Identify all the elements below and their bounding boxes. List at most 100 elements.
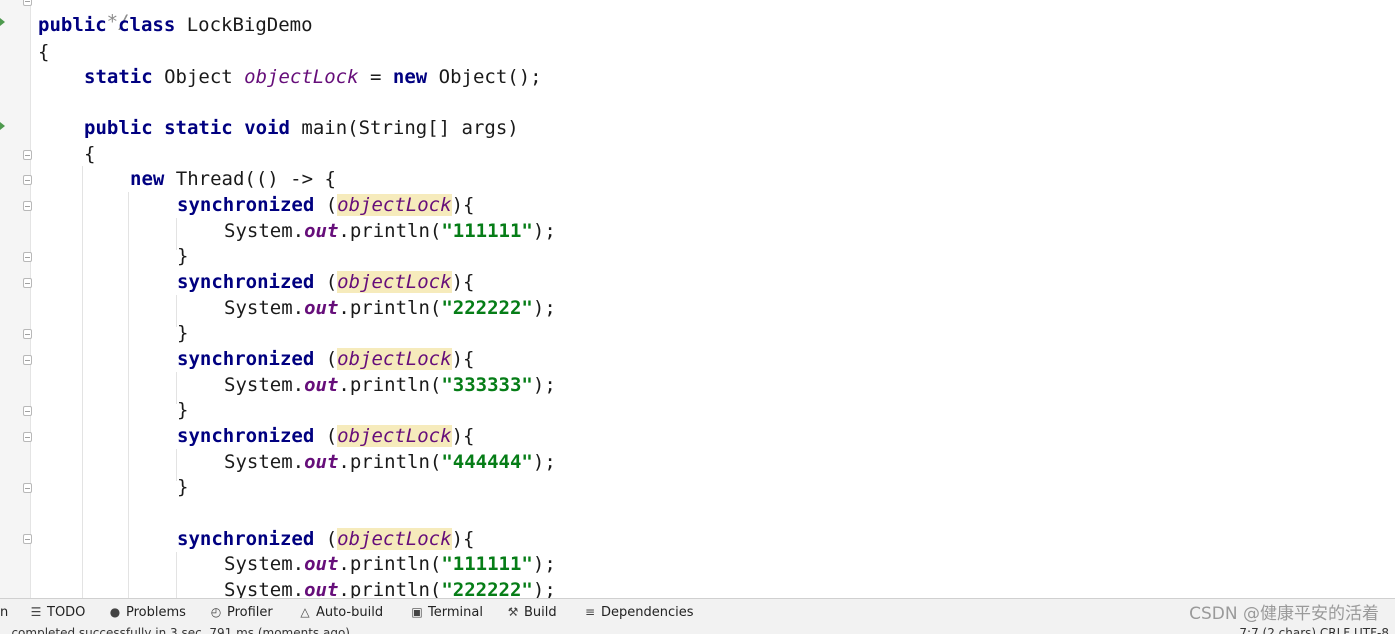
method-call: .println( (338, 374, 442, 396)
layers-icon: ≡ (584, 605, 596, 619)
fold-icon[interactable] (23, 432, 32, 442)
list-icon: ☰ (30, 605, 42, 619)
keyword: class (118, 14, 176, 36)
fold-end-icon[interactable] (23, 483, 32, 493)
profiler-icon: ◴ (210, 605, 222, 619)
keyword: new (392, 66, 428, 88)
run-main-icon[interactable] (0, 122, 5, 130)
fold-end-icon[interactable] (23, 252, 32, 262)
problems-icon: ● (109, 605, 121, 619)
code-line-synchronized: synchronized (objectLock){ (177, 347, 474, 371)
tool-window-label: Problems (126, 605, 186, 620)
code-line-brace: { (38, 40, 49, 64)
paren-semicolon: ); (532, 297, 556, 319)
tool-window-label: Build (524, 605, 557, 620)
keyword: synchronized (177, 271, 315, 293)
tool-window-terminal[interactable]: ▣ Terminal (410, 599, 483, 626)
field-name: objectLock (244, 66, 359, 88)
paren-semicolon: ); (532, 220, 556, 242)
fold-icon[interactable] (23, 534, 32, 544)
string-literal: "111111" (441, 553, 533, 575)
indent-guide (82, 166, 83, 598)
field-name-highlighted: objectLock (337, 348, 452, 370)
fold-icon[interactable] (23, 175, 32, 185)
constructor-call: Object(); (427, 66, 542, 88)
tool-window-profiler[interactable]: ◴ Profiler (209, 599, 273, 626)
fold-end-icon[interactable] (23, 0, 32, 6)
fold-end-icon[interactable] (23, 406, 32, 416)
keyword: static (84, 66, 153, 88)
tool-window-label: TODO (47, 605, 86, 620)
class-ref: System. (224, 553, 305, 575)
static-field: out (304, 220, 339, 242)
tool-window-dependencies[interactable]: ≡ Dependencies (583, 599, 694, 626)
status-position[interactable]: 7:7 (2 chars) CRLF UTF-8 (1239, 626, 1389, 634)
code-line-brace: { (84, 142, 95, 166)
brace: { (38, 41, 50, 63)
paren: ( (314, 425, 338, 447)
run-class-icon[interactable] (0, 18, 5, 26)
code-line-brace: } (177, 321, 188, 345)
paren: ( (314, 194, 338, 216)
code-line-comment-end: */ (38, 0, 130, 33)
editor-gutter[interactable] (0, 0, 32, 598)
tool-window-auto-build[interactable]: △ Auto-build (298, 599, 383, 626)
method-call: .println( (338, 220, 442, 242)
operator: = (358, 66, 393, 88)
paren: ( (314, 528, 338, 550)
indent-guide (128, 192, 129, 598)
fold-end-icon[interactable] (23, 329, 32, 339)
keyword: new (130, 168, 165, 190)
code-line-class-decl: public class LockBigDemo (38, 13, 313, 37)
thread-call: Thread(() -> { (164, 168, 336, 190)
code-editor[interactable]: */ public class LockBigDemo { static Obj… (0, 0, 1395, 598)
tool-window-label: Profiler (227, 605, 273, 620)
tool-window-label: Auto-build (316, 605, 384, 620)
paren-brace: ){ (451, 528, 475, 550)
string-literal: "333333" (441, 374, 533, 396)
field-name-highlighted: objectLock (337, 528, 452, 550)
code-line-main-decl: public static void main(String[] args) (84, 116, 519, 140)
static-field: out (304, 579, 339, 598)
field-name-highlighted: objectLock (337, 425, 452, 447)
code-line-thread: new Thread(() -> { (130, 167, 336, 191)
paren-semicolon: ); (532, 374, 556, 396)
tool-window-label: Dependencies (601, 605, 694, 620)
tool-window-bar: n ☰ TODO ● Problems ◴ Profiler △ Auto-build … (0, 598, 1395, 626)
code-line-println: System.out.println("222222"); (224, 296, 556, 320)
class-name: LockBigDemo (175, 14, 313, 36)
code-line-synchronized: synchronized (objectLock){ (177, 424, 474, 448)
code-line-synchronized: synchronized (objectLock){ (177, 527, 474, 551)
method-call: .println( (338, 553, 442, 575)
tool-window-build[interactable]: ⚒ Build (506, 599, 557, 626)
fold-icon[interactable] (23, 278, 32, 288)
status-bar: ...completed successfully in 3 sec, 791 … (0, 625, 1395, 634)
string-literal: "222222" (441, 297, 533, 319)
keyword: static (164, 117, 233, 139)
status-message[interactable]: ...completed successfully in 3 sec, 791 … (0, 626, 350, 634)
keyword: synchronized (177, 194, 315, 216)
class-ref: System. (224, 297, 305, 319)
paren-semicolon: ); (532, 451, 556, 473)
indent-guide (176, 552, 177, 598)
code-line-println: System.out.println("444444"); (224, 450, 556, 474)
keyword: synchronized (177, 348, 315, 370)
tool-window-fragment[interactable]: n (0, 599, 8, 626)
code-line-brace: } (177, 244, 188, 268)
fold-icon[interactable] (23, 355, 32, 365)
static-field: out (304, 553, 339, 575)
fold-icon[interactable] (23, 150, 32, 160)
brace: { (84, 143, 96, 165)
method-signature: main(String[] args) (289, 117, 519, 139)
fold-icon[interactable] (23, 201, 32, 211)
tool-window-problems[interactable]: ● Problems (108, 599, 186, 626)
class-ref: System. (224, 579, 305, 598)
tool-window-todo[interactable]: ☰ TODO (29, 599, 86, 626)
keyword: public (84, 117, 153, 139)
string-literal: "222222" (441, 579, 533, 598)
paren: ( (314, 271, 338, 293)
keyword: synchronized (177, 425, 315, 447)
method-call: .println( (338, 297, 442, 319)
tool-window-label: Terminal (428, 605, 483, 620)
keyword: void (244, 117, 290, 139)
